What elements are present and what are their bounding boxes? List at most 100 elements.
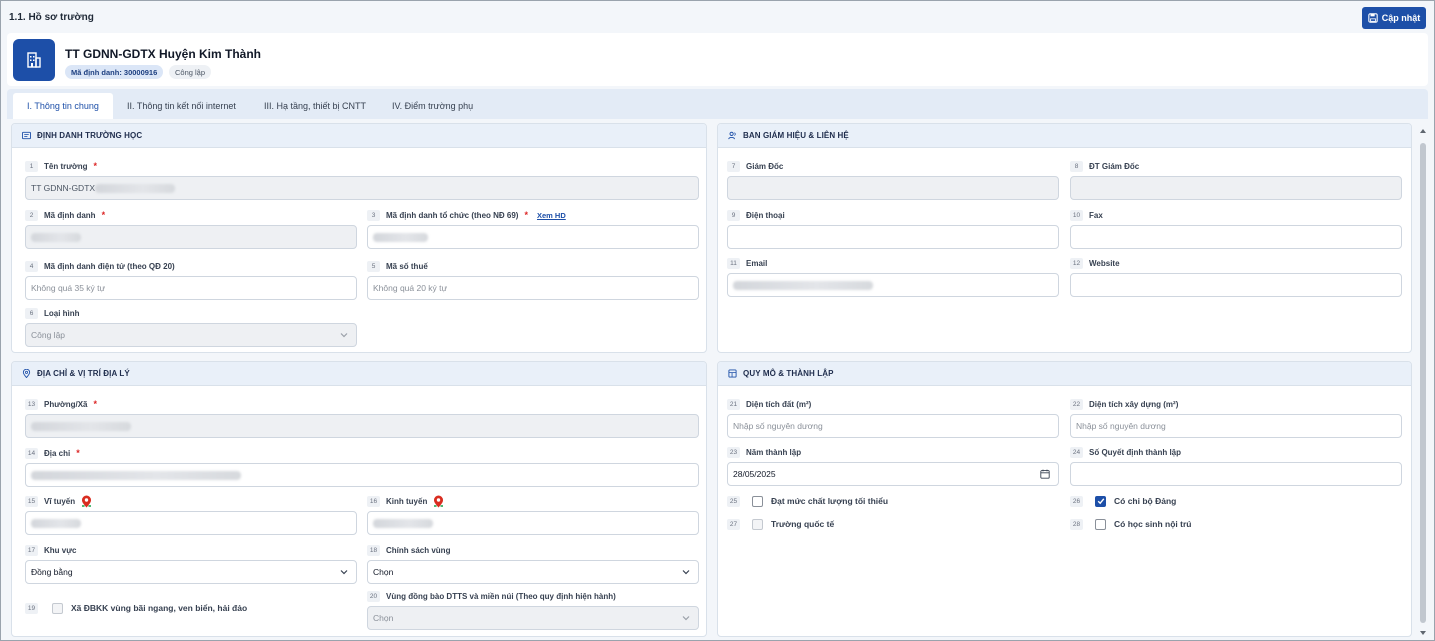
- field-phone: 9 Điện thoại: [727, 209, 1059, 251]
- school-code-badge: Mã định danh: 30000916: [65, 65, 164, 79]
- field-number: 24: [1070, 446, 1083, 458]
- school-name-input[interactable]: TT GDNN-GDTX: [25, 176, 699, 200]
- tab-bar: I. Thông tin chung II. Thông tin kết nối…: [7, 89, 1428, 119]
- map-pin-icon[interactable]: [433, 495, 444, 508]
- scroll-up-icon[interactable]: [1419, 127, 1427, 135]
- fax-input[interactable]: [1070, 225, 1402, 249]
- vertical-scrollbar[interactable]: [1418, 123, 1428, 639]
- email-input[interactable]: [727, 273, 1059, 297]
- update-button[interactable]: Cập nhật: [1362, 7, 1426, 29]
- chevron-down-icon: [340, 333, 348, 338]
- address-input[interactable]: [25, 463, 699, 487]
- school-type-select[interactable]: Công lập: [25, 323, 357, 347]
- identifier-input[interactable]: [25, 225, 357, 249]
- field-party-cell: 26 Có chi bộ Đảng: [1070, 494, 1176, 508]
- redacted-text: [373, 232, 428, 242]
- input-placeholder: Nhập số nguyên dương: [1076, 421, 1166, 431]
- field-label: Mã định danh: [44, 210, 96, 220]
- field-number: 11: [727, 257, 740, 269]
- field-label: Chính sách vùng: [386, 545, 451, 555]
- scale-card-header: QUY MÔ & THÀNH LẬP: [718, 362, 1411, 386]
- tab-it-infrastructure[interactable]: III. Hạ tầng, thiết bị CNTT: [250, 93, 380, 119]
- founded-date-input[interactable]: 28/05/2025: [727, 462, 1059, 486]
- founding-decision-input[interactable]: [1070, 462, 1402, 486]
- longitude-input[interactable]: [367, 511, 699, 535]
- field-number: 17: [25, 544, 38, 556]
- region-select[interactable]: Đồng bằng: [25, 560, 357, 584]
- land-area-input[interactable]: Nhập số nguyên dương: [727, 414, 1059, 438]
- party-cell-checkbox[interactable]: [1095, 495, 1106, 507]
- field-regional-policy: 18 Chính sách vùng Chọn: [367, 544, 699, 586]
- field-number: 5: [367, 260, 380, 272]
- field-label: Mã định danh điện tử (theo QĐ 20): [44, 261, 175, 271]
- tab-satellite-sites[interactable]: IV. Điểm trường phụ: [378, 93, 487, 119]
- date-value: 28/05/2025: [733, 469, 776, 479]
- field-label: Phường/Xã: [44, 399, 88, 409]
- address-card-title: ĐỊA CHỈ & VỊ TRÍ ĐỊA LÝ: [37, 369, 130, 378]
- required-mark: *: [93, 161, 97, 171]
- select-value: Chọn: [373, 567, 394, 577]
- board-card-title: BAN GIÁM HIỆU & LIÊN HỆ: [743, 131, 849, 140]
- view-guide-link[interactable]: Xem HD: [537, 211, 566, 220]
- top-bar: 1.1. Hồ sơ trường Cập nhật: [1, 1, 1434, 33]
- field-label: Diện tích đất (m²): [746, 399, 812, 409]
- scrollbar-thumb[interactable]: [1420, 143, 1426, 623]
- international-school-checkbox[interactable]: [752, 518, 763, 530]
- ward-input[interactable]: [25, 414, 699, 438]
- field-number: 20: [367, 590, 380, 602]
- field-boarding-students: 28 Có học sinh nội trú: [1070, 517, 1191, 531]
- field-identifier: 2 Mã định danh *: [25, 209, 357, 251]
- input-placeholder: Không quá 35 ký tự: [31, 283, 106, 293]
- select-value: Chọn: [373, 613, 394, 623]
- field-label: Giám Đốc: [746, 161, 784, 171]
- chevron-down-icon: [682, 570, 690, 575]
- building-area-input[interactable]: Nhập số nguyên dương: [1070, 414, 1402, 438]
- director-input[interactable]: [727, 176, 1059, 200]
- scroll-down-icon[interactable]: [1419, 629, 1427, 637]
- field-number: 21: [727, 398, 740, 410]
- field-label: Số Quyết định thành lập: [1089, 447, 1181, 457]
- field-number: 10: [1070, 209, 1083, 221]
- tab-internet[interactable]: II. Thông tin kết nối internet: [113, 93, 250, 119]
- field-number: 27: [727, 518, 740, 530]
- min-quality-checkbox[interactable]: [752, 495, 763, 507]
- field-number: 2: [25, 209, 38, 221]
- calendar-icon[interactable]: [1040, 469, 1050, 479]
- required-mark: *: [524, 210, 528, 220]
- scale-card: QUY MÔ & THÀNH LẬP 21 Diện tích đất (m²)…: [717, 361, 1412, 637]
- checkbox-label: Trường quốc tế: [771, 519, 835, 529]
- phone-input[interactable]: [727, 225, 1059, 249]
- coastal-commune-checkbox[interactable]: [52, 602, 63, 614]
- input-placeholder: Không quá 20 ký tự: [373, 283, 448, 293]
- website-input[interactable]: [1070, 273, 1402, 297]
- checkbox-label: Có học sinh nội trú: [1114, 519, 1192, 529]
- tab-general-info[interactable]: I. Thông tin chung: [13, 93, 113, 119]
- director-phone-input[interactable]: [1070, 176, 1402, 200]
- location-icon: [22, 369, 31, 378]
- field-founded-year: 23 Năm thành lập 28/05/2025: [727, 446, 1059, 488]
- field-org-identifier: 3 Mã định danh tổ chức (theo NĐ 69) * Xem…: [367, 209, 699, 251]
- field-number: 4: [25, 260, 38, 272]
- ethnic-mountain-select[interactable]: Chọn: [367, 606, 699, 630]
- electronic-id-input[interactable]: Không quá 35 ký tự: [25, 276, 357, 300]
- id-card-icon: [22, 131, 31, 140]
- org-identifier-input[interactable]: [367, 225, 699, 249]
- field-label: Mã định danh tổ chức (theo NĐ 69): [386, 210, 519, 220]
- map-pin-icon[interactable]: [81, 495, 92, 508]
- field-label: ĐT Giám Đốc: [1089, 161, 1140, 171]
- field-label: Địa chỉ: [44, 448, 71, 458]
- regional-policy-select[interactable]: Chọn: [367, 560, 699, 584]
- tax-code-input[interactable]: Không quá 20 ký tự: [367, 276, 699, 300]
- field-number: 19: [25, 602, 38, 614]
- scale-card-title: QUY MÔ & THÀNH LẬP: [743, 369, 834, 378]
- checkbox-label: Xã ĐBKK vùng bãi ngang, ven biển, hải đả…: [71, 603, 248, 613]
- chevron-down-icon: [340, 570, 348, 575]
- field-electronic-id: 4 Mã định danh điện tử (theo QĐ 20) Khôn…: [25, 260, 357, 302]
- field-coastal-commune: 19 Xã ĐBKK vùng bãi ngang, ven biển, hải…: [25, 601, 247, 615]
- field-number: 18: [367, 544, 380, 556]
- field-address: 14 Địa chỉ *: [25, 447, 699, 489]
- latitude-input[interactable]: [25, 511, 357, 535]
- field-label: Khu vực: [44, 545, 77, 555]
- field-school-name: 1 Tên trường * TT GDNN-GDTX: [25, 160, 699, 202]
- boarding-students-checkbox[interactable]: [1095, 518, 1106, 530]
